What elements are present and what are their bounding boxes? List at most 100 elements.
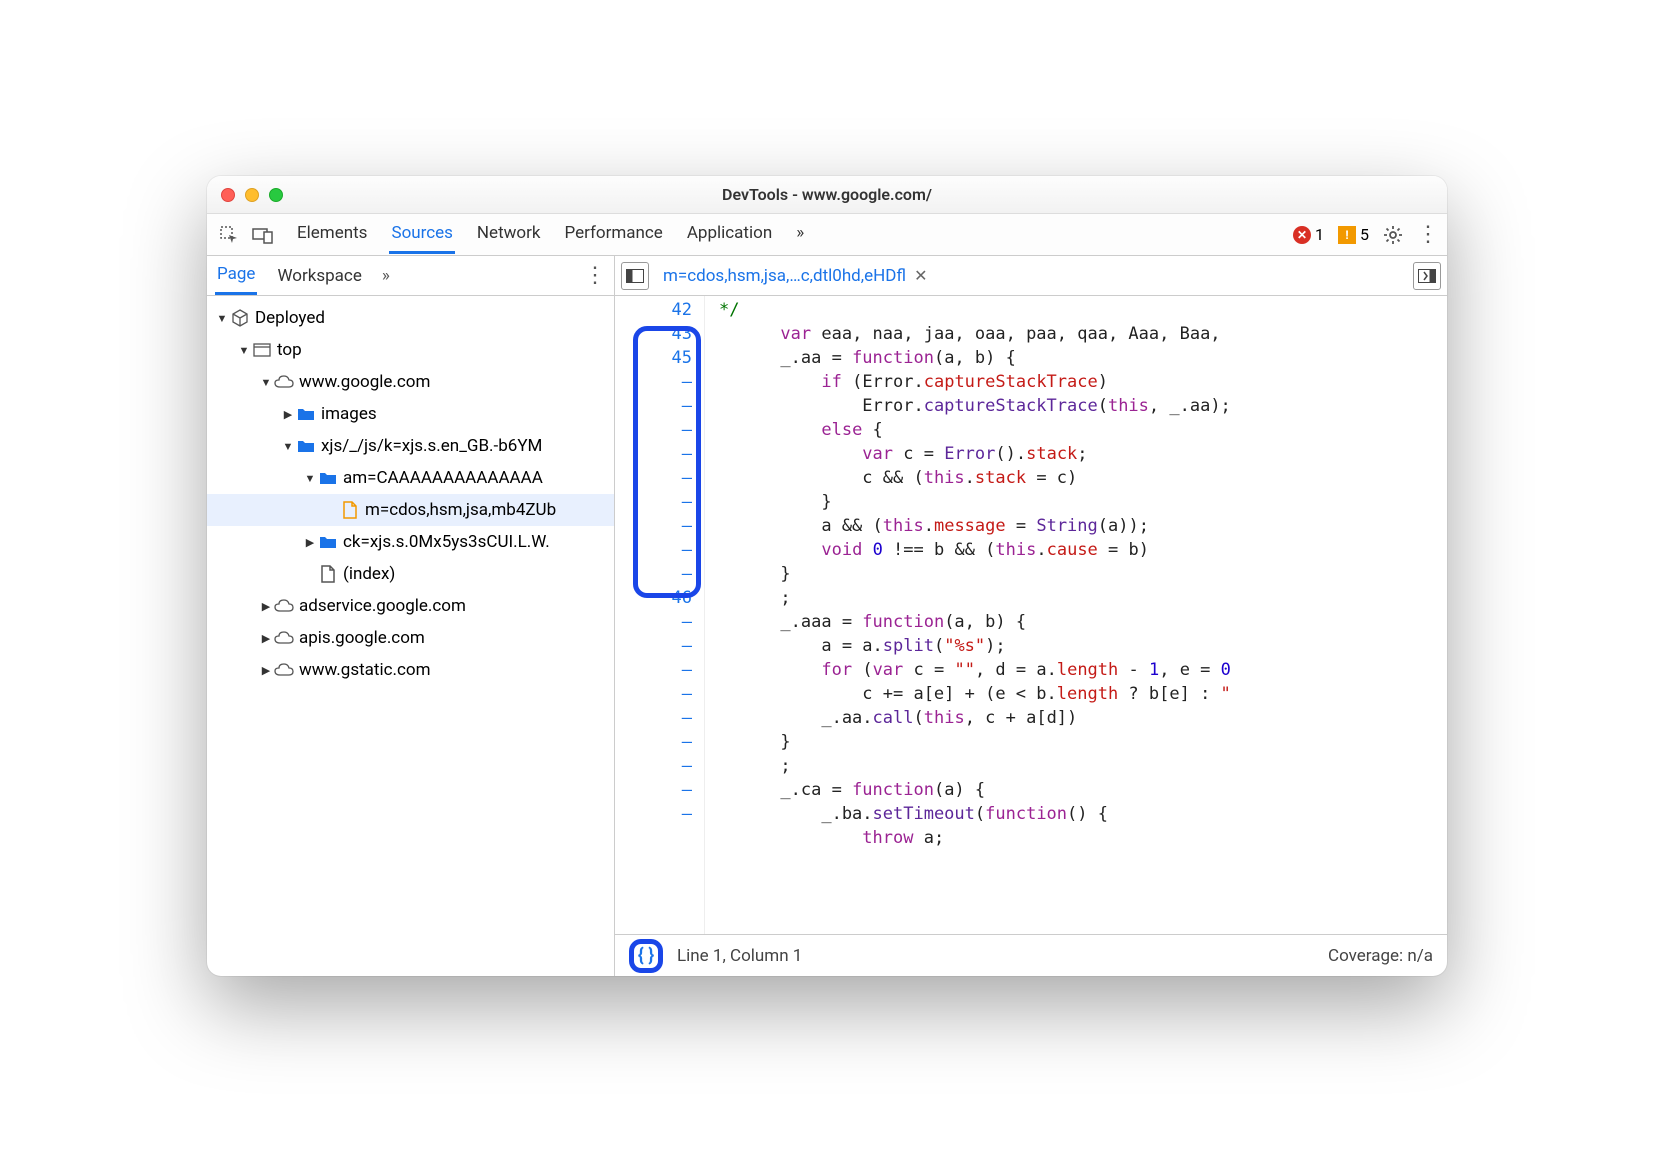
- gutter-line[interactable]: –: [615, 466, 692, 490]
- gutter-line[interactable]: –: [615, 490, 692, 514]
- code-line: for (var c = "", d = a.length - 1, e = 0: [719, 658, 1447, 682]
- gutter-line[interactable]: –: [615, 634, 692, 658]
- tree-node-icon: [317, 565, 339, 583]
- code-line: c += a[e] + (e < b.length ? b[e] : ": [719, 682, 1447, 706]
- tree-arrow-icon[interactable]: [259, 632, 273, 645]
- tab-elements[interactable]: Elements: [295, 215, 369, 254]
- tree-origin-adservice[interactable]: adservice.google.com: [207, 590, 614, 622]
- line-gutter[interactable]: 424345–––––––––46–––––––––: [615, 296, 705, 934]
- gutter-line[interactable]: 43: [615, 322, 692, 346]
- tree-node-icon: [273, 599, 295, 613]
- gutter-line[interactable]: –: [615, 658, 692, 682]
- code-line: _.aa = function(a, b) {: [719, 346, 1447, 370]
- traffic-lights: [207, 188, 283, 202]
- main-toolbar: Elements Sources Network Performance App…: [207, 214, 1447, 256]
- file-tree: Deployedtopwww.google.comimagesxjs/_/js/…: [207, 296, 614, 976]
- inspect-element-icon[interactable]: [215, 221, 243, 249]
- tree-node-icon: [251, 343, 273, 357]
- tree-node-icon: [295, 407, 317, 421]
- tree-arrow-icon[interactable]: [303, 536, 317, 549]
- tree-arrow-icon[interactable]: [259, 664, 273, 677]
- toggle-navigator-icon[interactable]: [621, 262, 649, 290]
- tree-node-icon: [339, 501, 361, 519]
- navigator-menu-icon[interactable]: ⋮: [584, 263, 606, 288]
- tree-folder-am[interactable]: am=CAAAAAAAAAAAAAA: [207, 462, 614, 494]
- toggle-debugger-icon[interactable]: [1413, 262, 1441, 290]
- tree-node-icon: [273, 631, 295, 645]
- tree-arrow-icon[interactable]: [259, 600, 273, 613]
- gutter-line[interactable]: –: [615, 778, 692, 802]
- tree-file-index[interactable]: (index): [207, 558, 614, 590]
- gutter-line[interactable]: –: [615, 730, 692, 754]
- warning-count[interactable]: ! 5: [1338, 225, 1369, 244]
- cursor-position: Line 1, Column 1: [677, 946, 802, 966]
- gutter-line[interactable]: –: [615, 802, 692, 826]
- minimize-window-button[interactable]: [245, 188, 259, 202]
- gutter-line[interactable]: –: [615, 370, 692, 394]
- gutter-line[interactable]: –: [615, 394, 692, 418]
- open-file-tab[interactable]: m=cdos,hsm,jsa,…c,dtl0hd,eHDfl ✕: [657, 262, 933, 290]
- pretty-print-button[interactable]: { }: [629, 939, 663, 973]
- tree-label: adservice.google.com: [299, 596, 466, 616]
- gutter-line[interactable]: –: [615, 514, 692, 538]
- tab-sources[interactable]: Sources: [389, 215, 454, 254]
- tree-origin-gstatic[interactable]: www.gstatic.com: [207, 654, 614, 686]
- close-tab-icon[interactable]: ✕: [914, 266, 927, 285]
- tree-arrow-icon[interactable]: [281, 440, 295, 453]
- tabs-overflow[interactable]: »: [794, 215, 806, 254]
- gutter-line[interactable]: –: [615, 442, 692, 466]
- gutter-line[interactable]: –: [615, 754, 692, 778]
- window-title: DevTools - www.google.com/: [207, 185, 1447, 204]
- tree-arrow-icon[interactable]: [237, 344, 251, 357]
- tree-node-icon: [273, 663, 295, 677]
- error-count[interactable]: ✕ 1: [1293, 225, 1324, 244]
- tab-performance[interactable]: Performance: [562, 215, 664, 254]
- more-menu-icon[interactable]: ⋮: [1417, 222, 1439, 247]
- tree-origin-apis[interactable]: apis.google.com: [207, 622, 614, 654]
- device-toolbar-icon[interactable]: [249, 221, 277, 249]
- editor-pane: m=cdos,hsm,jsa,…c,dtl0hd,eHDfl ✕ 424345–…: [615, 256, 1447, 976]
- gutter-line[interactable]: 46: [615, 586, 692, 610]
- warning-icon: !: [1338, 226, 1356, 244]
- tree-origin-google[interactable]: www.google.com: [207, 366, 614, 398]
- tree-folder-xjs[interactable]: xjs/_/js/k=xjs.s.en_GB.-b6YM: [207, 430, 614, 462]
- settings-icon[interactable]: [1383, 225, 1403, 245]
- gutter-line[interactable]: –: [615, 610, 692, 634]
- code-line: ;: [719, 586, 1447, 610]
- gutter-line[interactable]: 42: [615, 298, 692, 322]
- tab-network[interactable]: Network: [475, 215, 543, 254]
- tree-folder-images[interactable]: images: [207, 398, 614, 430]
- tree-node-icon: [229, 309, 251, 327]
- gutter-line[interactable]: 45: [615, 346, 692, 370]
- code-line: _.aa.call(this, c + a[d]): [719, 706, 1447, 730]
- gutter-line[interactable]: –: [615, 418, 692, 442]
- tree-label: am=CAAAAAAAAAAAAAA: [343, 468, 543, 488]
- file-tabs: m=cdos,hsm,jsa,…c,dtl0hd,eHDfl ✕: [615, 256, 1447, 296]
- gutter-line[interactable]: –: [615, 538, 692, 562]
- code-line: Error.captureStackTrace(this, _.aa);: [719, 394, 1447, 418]
- tree-deployed[interactable]: Deployed: [207, 302, 614, 334]
- tree-file-selected[interactable]: m=cdos,hsm,jsa,mb4ZUb: [207, 494, 614, 526]
- file-tab-name: m=cdos,hsm,jsa,…c,dtl0hd,eHDfl: [663, 266, 906, 286]
- navigator-tabs-overflow[interactable]: »: [382, 266, 390, 286]
- tab-page[interactable]: Page: [215, 256, 257, 295]
- tab-application[interactable]: Application: [685, 215, 774, 254]
- gutter-line[interactable]: –: [615, 562, 692, 586]
- navigator-pane: Page Workspace » ⋮ Deployedtopwww.google…: [207, 256, 615, 976]
- error-count-value: 1: [1315, 225, 1324, 244]
- tree-arrow-icon[interactable]: [259, 376, 273, 389]
- tree-arrow-icon[interactable]: [281, 408, 295, 421]
- tree-arrow-icon[interactable]: [303, 472, 317, 485]
- tree-arrow-icon[interactable]: [215, 312, 229, 325]
- gutter-line[interactable]: –: [615, 706, 692, 730]
- maximize-window-button[interactable]: [269, 188, 283, 202]
- gutter-line[interactable]: –: [615, 682, 692, 706]
- close-window-button[interactable]: [221, 188, 235, 202]
- tree-folder-ck[interactable]: ck=xjs.s.0Mx5ys3sCUI.L.W.: [207, 526, 614, 558]
- code-line: }: [719, 730, 1447, 754]
- tree-top[interactable]: top: [207, 334, 614, 366]
- code-editor[interactable]: 424345–––––––––46––––––––– */ var eaa, n…: [615, 296, 1447, 934]
- panel-tabs: Elements Sources Network Performance App…: [295, 215, 806, 254]
- code-line: a = a.split("%s");: [719, 634, 1447, 658]
- tab-workspace[interactable]: Workspace: [275, 258, 363, 294]
